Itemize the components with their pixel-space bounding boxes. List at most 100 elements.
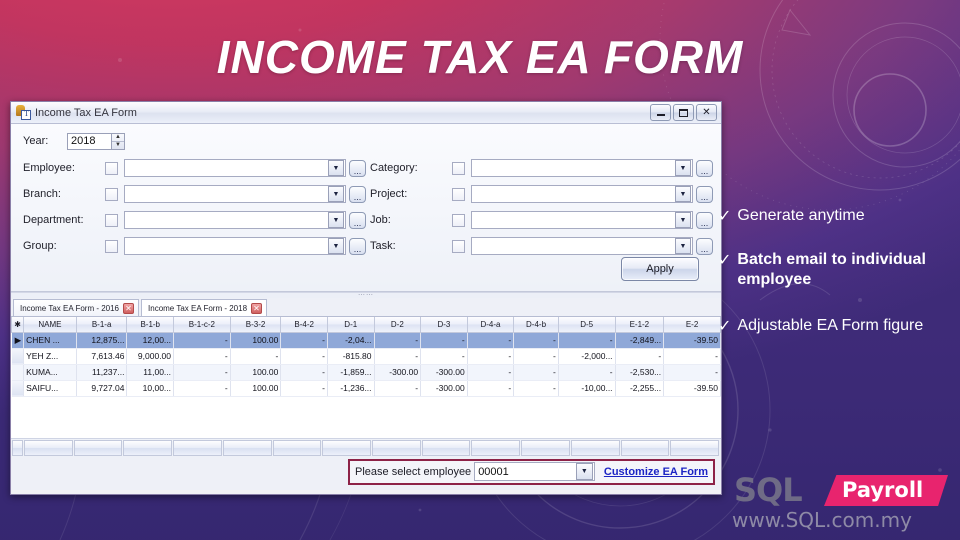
cell-name: KUMA...: [23, 364, 77, 381]
branch-combo[interactable]: ▼: [124, 185, 346, 203]
table-row[interactable]: YEH Z... 7,613.46 9,000.00 - - - -815.80…: [11, 348, 721, 365]
window-title: Income Tax EA Form: [35, 106, 137, 119]
data-grid: ✱ NAME B-1-a B-1-b B-1-c-2 B-3-2 B-4-2 D…: [10, 317, 721, 456]
chevron-down-icon[interactable]: ▼: [675, 212, 691, 228]
column-header-d-3[interactable]: D-3: [420, 317, 468, 333]
department-combo[interactable]: ▼: [124, 211, 346, 229]
task-combo[interactable]: ▼: [471, 237, 693, 255]
branch-browse-button[interactable]: ...: [349, 185, 366, 203]
category-checkbox[interactable]: [452, 161, 465, 175]
tab-bar: Income Tax EA Form - 2016 ✕ Income Tax E…: [11, 298, 721, 317]
project-checkbox[interactable]: [452, 187, 465, 201]
year-stepper[interactable]: 2018 ▲ ▼: [67, 132, 125, 150]
minimize-button[interactable]: [650, 104, 671, 121]
employee-checkbox[interactable]: [105, 161, 118, 175]
filter-row-branch: Branch: ▼ ...: [19, 183, 366, 205]
job-combo[interactable]: ▼: [471, 211, 693, 229]
category-combo[interactable]: ▼: [471, 159, 693, 177]
column-header-b-3-2[interactable]: B-3-2: [229, 317, 282, 333]
column-header-e-1-2[interactable]: E-1-2: [614, 317, 665, 333]
task-browse-button[interactable]: ...: [696, 237, 713, 255]
cell-d-4-b: -: [513, 348, 559, 365]
cell-d-3: -300.00: [420, 380, 468, 397]
column-header-d-5[interactable]: D-5: [557, 317, 616, 333]
maximize-button[interactable]: [673, 104, 694, 121]
cell-e-2: -: [663, 364, 721, 381]
chevron-down-icon[interactable]: ▼: [675, 160, 691, 176]
close-icon[interactable]: ✕: [251, 302, 263, 314]
cell-d-2: -: [374, 332, 422, 349]
cell-d-1: -1,859...: [327, 364, 375, 381]
summary-cell: [471, 439, 521, 456]
cell-e-2: -39.50: [663, 380, 721, 397]
chevron-down-icon[interactable]: ▼: [675, 186, 691, 202]
department-browse-button[interactable]: ...: [349, 211, 366, 229]
row-indicator[interactable]: [11, 364, 25, 381]
tab-income-tax-ea-form-2016[interactable]: Income Tax EA Form - 2016 ✕: [13, 299, 140, 316]
close-icon[interactable]: ✕: [696, 104, 717, 121]
cell-b-1-c-2: -: [173, 380, 231, 397]
year-input[interactable]: 2018: [67, 132, 111, 150]
check-icon: ✓: [718, 206, 732, 225]
column-header-b-1-a[interactable]: B-1-a: [75, 317, 128, 333]
project-combo[interactable]: ▼: [471, 185, 693, 203]
cell-d-1: -815.80: [327, 348, 375, 365]
column-header-b-1-b[interactable]: B-1-b: [126, 317, 175, 333]
task-checkbox[interactable]: [452, 239, 465, 253]
chevron-down-icon[interactable]: ▼: [328, 238, 344, 254]
row-indicator[interactable]: ▶: [11, 332, 25, 349]
year-spin-down[interactable]: ▼: [112, 142, 124, 149]
summary-cell: [521, 439, 570, 456]
logo-brand: SQL: [734, 471, 803, 509]
group-browse-button[interactable]: ...: [349, 237, 366, 255]
cell-b-3-2: 100.00: [230, 332, 282, 349]
year-spin-up[interactable]: ▲: [112, 134, 124, 142]
chevron-down-icon[interactable]: ▼: [328, 212, 344, 228]
group-checkbox[interactable]: [105, 239, 118, 253]
summary-cell: [421, 439, 471, 456]
column-header-name[interactable]: NAME: [23, 317, 77, 333]
chevron-down-icon[interactable]: ▼: [675, 238, 691, 254]
cell-d-5: -: [558, 364, 616, 381]
column-header-d-2[interactable]: D-2: [373, 317, 422, 333]
department-checkbox[interactable]: [105, 213, 118, 227]
employee-select[interactable]: 00001 ▼: [474, 462, 595, 481]
cell-d-4-a: -: [467, 348, 515, 365]
tab-income-tax-ea-form-2018[interactable]: Income Tax EA Form - 2018 ✕: [141, 299, 268, 316]
cell-b-4-2: -: [280, 332, 328, 349]
employee-combo[interactable]: ▼: [124, 159, 346, 177]
group-combo[interactable]: ▼: [124, 237, 346, 255]
job-checkbox[interactable]: [452, 213, 465, 227]
job-browse-button[interactable]: ...: [696, 211, 713, 229]
chevron-down-icon[interactable]: ▼: [575, 463, 593, 480]
column-header-d-4-a[interactable]: D-4-a: [466, 317, 515, 333]
column-header-d-4-b[interactable]: D-4-b: [513, 317, 559, 333]
apply-button[interactable]: Apply: [621, 257, 699, 281]
filter-panel: Year: 2018 ▲ ▼ Employee: ▼ ... Branch: ▼…: [11, 124, 721, 292]
row-indicator[interactable]: [11, 348, 25, 365]
cell-b-1-b: 11,00...: [126, 364, 175, 381]
chevron-down-icon[interactable]: ▼: [328, 160, 344, 176]
table-row[interactable]: ▶ CHEN ... 12,875... 12,00... - 100.00 -…: [11, 332, 721, 349]
table-row[interactable]: KUMA... 11,237... 11,00... - 100.00 - -1…: [11, 364, 721, 381]
cell-name: CHEN ...: [23, 332, 77, 349]
customize-ea-form-link[interactable]: Customize EA Form: [604, 466, 708, 478]
employee-browse-button[interactable]: ...: [349, 159, 366, 177]
column-header-b-1-c-2[interactable]: B-1-c-2: [173, 317, 231, 333]
branch-checkbox[interactable]: [105, 187, 118, 201]
chevron-down-icon[interactable]: ▼: [328, 186, 344, 202]
column-header-e-2[interactable]: E-2: [663, 317, 721, 333]
column-header-b-4-2[interactable]: B-4-2: [280, 317, 328, 333]
group-label: Group:: [23, 240, 57, 252]
row-indicator[interactable]: [11, 380, 25, 397]
table-row[interactable]: SAIFU... 9,727.04 10,00... - 100.00 - -1…: [11, 380, 721, 397]
year-spinner-buttons[interactable]: ▲ ▼: [111, 132, 125, 150]
job-label: Job:: [370, 214, 391, 226]
cell-b-1-c-2: -: [173, 364, 231, 381]
category-browse-button[interactable]: ...: [696, 159, 713, 177]
close-icon[interactable]: ✕: [123, 302, 135, 314]
column-header-d-1[interactable]: D-1: [326, 317, 375, 333]
summary-cell: [670, 439, 720, 456]
project-browse-button[interactable]: ...: [696, 185, 713, 203]
check-icon: ✓: [718, 316, 732, 335]
